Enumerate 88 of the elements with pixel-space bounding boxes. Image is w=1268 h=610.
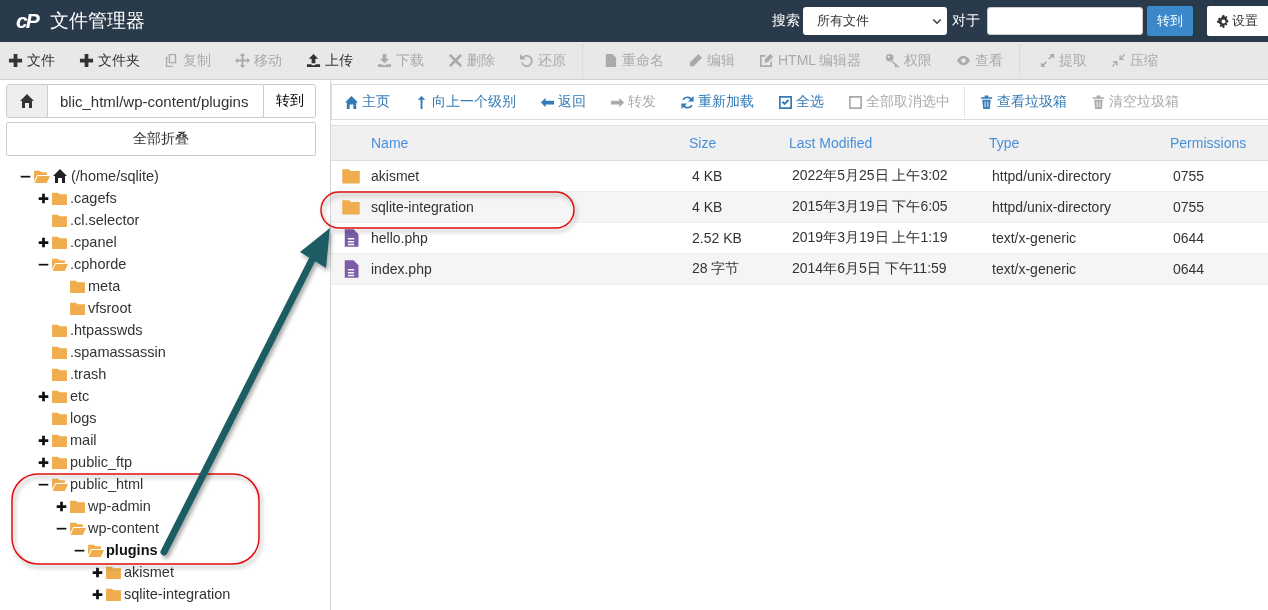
- tree-item[interactable]: logs: [70, 410, 97, 426]
- table-cell-text: httpd/unix-directory: [991, 168, 1113, 184]
- table-cell-text: httpd/unix-directory: [991, 199, 1113, 215]
- table-cell-text: index.php: [371, 261, 433, 277]
- nav-button[interactable]: 查看垃圾箱: [979, 93, 1067, 111]
- trash-icon: [1091, 94, 1106, 110]
- tree-item[interactable]: vfsroot: [88, 300, 132, 316]
- key-icon: [885, 53, 901, 68]
- table-cell-text: 0644: [1172, 261, 1205, 277]
- tree-item[interactable]: plugins: [106, 542, 158, 558]
- table-cell-text: 2019年3月19日 上午1:19: [791, 229, 949, 247]
- expand-icon: [1040, 53, 1056, 68]
- home-button[interactable]: [6, 84, 48, 118]
- table-cell-text: 4 KB: [691, 199, 724, 215]
- tree-item[interactable]: wp-admin: [88, 498, 151, 514]
- search-field[interactable]: [987, 7, 1143, 35]
- table-cell-text: 0755: [1172, 168, 1205, 184]
- edit-icon: [759, 53, 774, 68]
- document-icon: [603, 53, 618, 68]
- table-cell-text: 2022年5月25日 上午3:02: [791, 167, 949, 185]
- app-title: 文件管理器: [49, 9, 145, 33]
- table-cell-text: 0644: [1172, 230, 1205, 246]
- table-cell-text: 2.52 KB: [691, 230, 743, 246]
- table-cell-text: hello.php: [371, 230, 429, 246]
- copy-icon: [164, 53, 179, 68]
- go-button[interactable]: 转到: [263, 84, 316, 118]
- compress-icon: [1111, 53, 1127, 68]
- table-cell-text: 28 字节: [691, 260, 741, 278]
- search-scope-select[interactable]: 所有文件: [803, 7, 947, 35]
- nav-button[interactable]: 主页: [344, 93, 390, 111]
- toolbar-button[interactable]: 文件夹: [79, 51, 140, 70]
- table-row[interactable]: sqlite-integration 4 KB 2015年3月19日 下午6:05 httpd/unix-directory 0755: [331, 192, 1268, 223]
- table-cell-text: text/x-generic: [991, 230, 1078, 246]
- pencil-icon: [688, 53, 703, 68]
- plus-icon: [79, 53, 94, 68]
- logo: cP: [16, 9, 38, 33]
- folder-icon: [341, 197, 361, 217]
- tree-item[interactable]: .cphorde: [70, 256, 127, 272]
- tree-item[interactable]: wp-content: [88, 520, 159, 536]
- download-icon: [377, 53, 392, 68]
- tree-item[interactable]: .cpanel: [70, 234, 117, 250]
- search-label: 搜索: [772, 12, 800, 30]
- path-field[interactable]: blic_html/wp-content/plugins: [48, 84, 263, 118]
- plus-icon: [8, 53, 23, 68]
- table-row[interactable]: index.php 28 字节 2014年6月5日 下午11:59 text/x-generic 0644: [331, 254, 1268, 285]
- tree-item[interactable]: meta: [88, 278, 121, 294]
- gear-icon: [1217, 14, 1230, 28]
- tree-item[interactable]: etc: [70, 388, 90, 404]
- move-icon: [235, 53, 250, 68]
- folder-icon: [341, 166, 361, 186]
- refresh-icon: [680, 94, 695, 110]
- nav-button[interactable]: 返回: [540, 93, 586, 111]
- table-cell-text: 4 KB: [691, 168, 724, 184]
- tree-item[interactable]: .cagefs: [70, 190, 117, 206]
- trash-icon: [979, 94, 994, 110]
- checked-square-icon: [778, 94, 793, 110]
- collapse-all-button[interactable]: 全部折叠: [6, 122, 316, 156]
- tree-item[interactable]: .htpasswds: [70, 322, 143, 338]
- undo-icon: [519, 53, 534, 68]
- tree-item[interactable]: akismet: [124, 564, 174, 580]
- tree-item[interactable]: (/home/sqlite): [71, 168, 159, 184]
- table-cell-text: 0755: [1172, 199, 1205, 215]
- home-icon: [19, 93, 35, 109]
- toolbar-button[interactable]: 文件: [8, 51, 55, 70]
- tree-item[interactable]: public_html: [70, 476, 144, 492]
- nav-button[interactable]: 向上一个级别: [414, 93, 516, 111]
- nav-button[interactable]: 全选: [778, 93, 824, 111]
- table-cell-text: 2014年6月5日 下午11:59: [791, 260, 948, 278]
- nav-button[interactable]: 重新加载: [680, 93, 754, 111]
- tree-item[interactable]: .cl.selector: [70, 212, 140, 228]
- upload-icon: [306, 53, 321, 68]
- settings-button[interactable]: 设置: [1207, 6, 1268, 36]
- tree-item[interactable]: public_ftp: [70, 454, 133, 470]
- table-cell-text: akismet: [371, 168, 421, 184]
- home-icon: [344, 94, 359, 110]
- table-cell-text: text/x-generic: [991, 261, 1078, 277]
- table-cell-text: sqlite-integration: [371, 199, 475, 215]
- tree-item[interactable]: .spamassassin: [70, 344, 166, 360]
- eye-icon: [956, 53, 972, 68]
- tree-item[interactable]: sqlite-integration: [124, 586, 231, 602]
- tree-item[interactable]: mail: [70, 432, 97, 448]
- table-cell-text: 2015年3月19日 下午6:05: [791, 198, 949, 216]
- empty-square-icon: [848, 94, 863, 110]
- toolbar-button[interactable]: 上传: [306, 51, 353, 70]
- go-button[interactable]: 转到: [1147, 6, 1193, 36]
- for-label: 对于: [952, 12, 980, 30]
- tree-item[interactable]: .trash: [70, 366, 107, 382]
- close-icon: [448, 53, 463, 68]
